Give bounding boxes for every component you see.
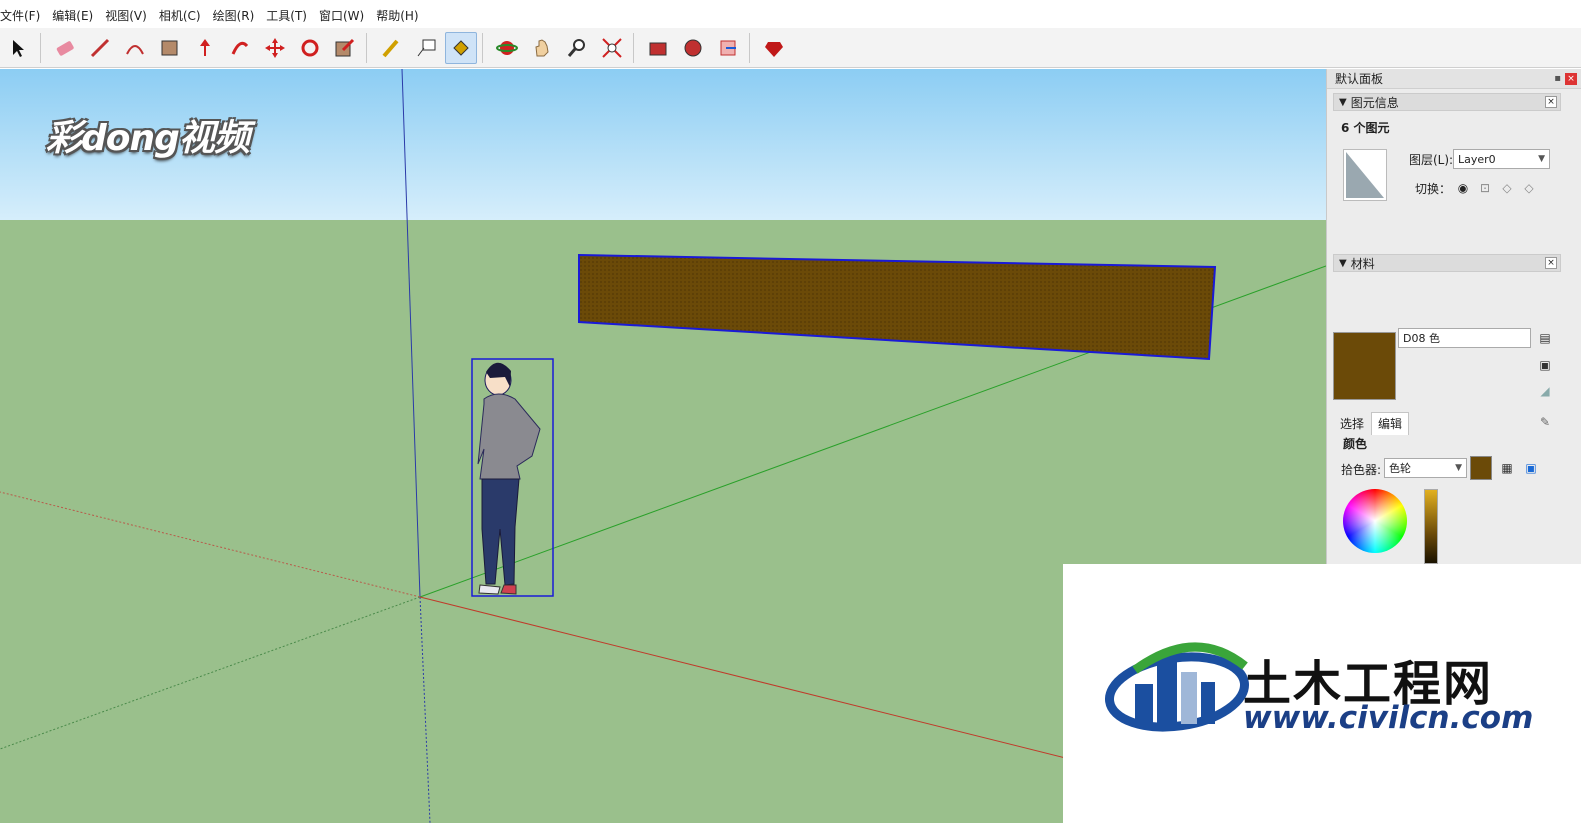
menu-help[interactable]: 帮助(H) (376, 7, 418, 24)
pin-icon[interactable]: ▪ (1554, 73, 1561, 84)
menu-edit[interactable]: 编辑(E) (52, 7, 93, 24)
video-watermark: 彩dong视频 (46, 118, 250, 159)
push-pull-tool-icon[interactable] (189, 32, 221, 64)
entity-preview (1343, 149, 1387, 201)
toggle-label: 切换： (1415, 182, 1452, 196)
color-section-label: 颜色 (1343, 437, 1368, 451)
rectangle-tool-icon[interactable] (154, 32, 186, 64)
zoom-extents-tool-icon[interactable] (596, 32, 628, 64)
toolbar (0, 28, 1581, 68)
paint-bucket-tool-icon[interactable] (445, 31, 477, 64)
cast-shadows-icon[interactable]: ◇ (1521, 180, 1537, 196)
warehouse-icon[interactable] (642, 32, 674, 64)
arc-tool-icon[interactable] (119, 32, 151, 64)
rotate-tool-icon[interactable] (294, 32, 326, 64)
materials-header[interactable]: ▼ 材料 × (1333, 254, 1561, 272)
menu-view[interactable]: 视图(V) (105, 7, 147, 24)
match-color-screen-icon[interactable]: ▣ (1523, 460, 1539, 476)
entity-count: 6 个图元 (1341, 121, 1390, 135)
layer-select[interactable]: Layer0 ▼ (1453, 149, 1550, 169)
tab-select[interactable]: 选择 (1333, 412, 1371, 435)
tape-measure-tool-icon[interactable] (375, 32, 407, 64)
default-material-icon[interactable]: ◢ (1537, 383, 1553, 399)
move-tool-icon[interactable] (259, 32, 291, 64)
menu-bar: 文件(F) 编辑(E) 视图(V) 相机(C) 绘图(R) 工具(T) 窗口(W… (0, 0, 1581, 30)
menu-window[interactable]: 窗口(W) (319, 7, 364, 24)
layer-label: 图层(L): (1409, 153, 1454, 167)
tray-title-text: 默认面板 (1335, 72, 1384, 86)
zoom-tool-icon[interactable] (561, 32, 593, 64)
sample-paint-icon[interactable]: ▣ (1537, 357, 1553, 373)
pencil-tool-icon[interactable] (84, 32, 116, 64)
pan-tool-icon[interactable] (526, 32, 558, 64)
entity-info-title: 图元信息 (1350, 95, 1399, 110)
scale-tool-icon[interactable] (329, 32, 361, 64)
close-entity-info-icon[interactable]: × (1545, 96, 1557, 108)
collapse-triangle-icon: ▼ (1339, 257, 1347, 269)
material-preview-swatch (1333, 332, 1396, 400)
eraser-tool-icon[interactable] (49, 32, 81, 64)
close-materials-icon[interactable]: × (1545, 257, 1557, 269)
tray-title: 默认面板 ▪ × (1327, 69, 1581, 89)
create-material-icon[interactable]: ▤ (1537, 330, 1553, 346)
entity-info-header[interactable]: ▼ 图元信息 × (1333, 93, 1561, 111)
logo-url-text: www.civilcn.com (1243, 700, 1534, 736)
extension-warehouse-icon[interactable] (677, 32, 709, 64)
eyedropper-icon[interactable]: ✎ (1537, 414, 1553, 430)
site-logo-overlay: 土木工程网 www.civilcn.com (1063, 564, 1581, 823)
color-picker-select[interactable]: 色轮 ▼ (1384, 458, 1467, 478)
tab-edit[interactable]: 编辑 (1371, 412, 1410, 435)
toolbar-separator (633, 32, 634, 63)
menu-camera[interactable]: 相机(C) (159, 7, 201, 24)
menu-file[interactable]: 文件(F) (0, 7, 40, 24)
toolbar-separator (482, 32, 483, 63)
materials-title: 材料 (1350, 256, 1375, 271)
current-color-swatch (1470, 456, 1492, 480)
follow-me-tool-icon[interactable] (224, 32, 256, 64)
toolbar-separator (749, 32, 750, 63)
color-picker-label: 拾色器: (1341, 463, 1382, 477)
orbit-tool-icon[interactable] (491, 32, 523, 64)
chevron-down-icon: ▼ (1538, 154, 1545, 164)
menu-tools[interactable]: 工具(T) (266, 7, 307, 24)
lock-icon[interactable]: ⊡ (1477, 180, 1493, 196)
chevron-down-icon: ▼ (1455, 463, 1462, 473)
select-tool-icon[interactable] (3, 32, 35, 64)
match-color-model-icon[interactable]: ▦ (1499, 460, 1515, 476)
menu-draw[interactable]: 绘图(R) (213, 7, 255, 24)
color-picker-value: 色轮 (1389, 462, 1411, 475)
color-wheel[interactable] (1343, 489, 1407, 553)
visibility-eye-icon[interactable]: ◉ (1455, 180, 1471, 196)
toolbar-separator (366, 32, 367, 63)
share-model-icon[interactable] (712, 32, 744, 64)
brightness-slider[interactable] (1424, 489, 1438, 564)
material-name-input[interactable]: D08 色 (1398, 328, 1531, 348)
close-tray-icon[interactable]: × (1565, 72, 1577, 85)
ruby-console-icon[interactable] (758, 32, 790, 64)
civilcn-logo-icon (1105, 642, 1250, 732)
receive-shadows-icon[interactable]: ◇ (1499, 180, 1515, 196)
layer-select-value: Layer0 (1458, 152, 1496, 166)
toolbar-separator (40, 32, 41, 63)
materials-tabs: 选择 编辑 (1333, 412, 1410, 435)
text-tool-icon[interactable] (410, 32, 442, 64)
collapse-triangle-icon: ▼ (1339, 96, 1347, 108)
